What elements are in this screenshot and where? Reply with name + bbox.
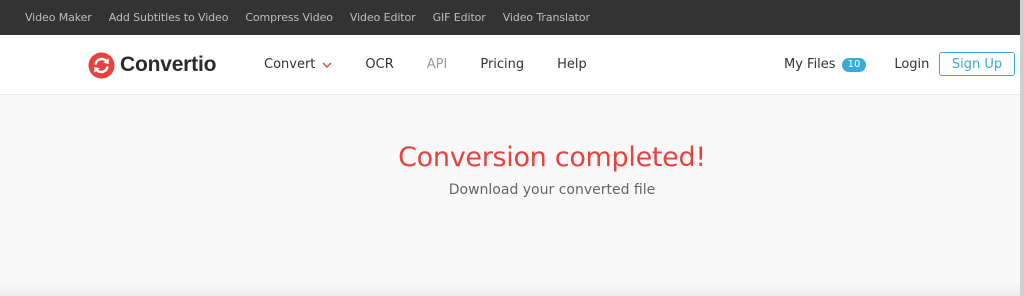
- convertio-logo-icon: [88, 51, 115, 79]
- nav-ocr[interactable]: OCR: [365, 57, 393, 72]
- files-count-badge: 10: [841, 57, 867, 72]
- sign-up-button[interactable]: Sign Up: [939, 52, 1015, 76]
- main-nav: Convert OCR API Pricing Help: [264, 35, 620, 94]
- window-edge: [1020, 0, 1024, 296]
- topbar-link-video-translator[interactable]: Video Translator: [503, 11, 590, 24]
- topbar-link-compress-video[interactable]: Compress Video: [245, 11, 333, 24]
- top-tools-bar: Video Maker Add Subtitles to Video Compr…: [0, 0, 1020, 35]
- my-files-label: My Files: [784, 57, 836, 72]
- nav-help[interactable]: Help: [557, 57, 587, 72]
- page-title: Conversion completed!: [398, 142, 706, 173]
- brand-name: Convertio: [120, 53, 217, 76]
- bottom-shadow: [0, 282, 1020, 296]
- nav-pricing[interactable]: Pricing: [480, 57, 524, 72]
- main-content: Conversion completed! Download your conv…: [0, 95, 1020, 296]
- page: Video Maker Add Subtitles to Video Compr…: [0, 0, 1024, 296]
- topbar-link-add-subtitles[interactable]: Add Subtitles to Video: [109, 11, 229, 24]
- topbar-link-gif-editor[interactable]: GIF Editor: [433, 11, 486, 24]
- nav-api[interactable]: API: [427, 57, 448, 72]
- topbar-link-video-maker[interactable]: Video Maker: [25, 11, 92, 24]
- nav-convert[interactable]: Convert: [264, 57, 332, 72]
- account-nav: My Files 10 Login: [784, 35, 929, 94]
- login-link[interactable]: Login: [894, 57, 929, 72]
- nav-convert-label: Convert: [264, 57, 316, 72]
- site-header: Convertio Convert OCR API Pricing Help M…: [0, 35, 1020, 95]
- chevron-down-icon: [322, 62, 332, 68]
- topbar-link-video-editor[interactable]: Video Editor: [350, 11, 416, 24]
- page-subtitle: Download your converted file: [448, 182, 656, 198]
- brand-logo[interactable]: Convertio: [88, 51, 216, 79]
- my-files-link[interactable]: My Files 10: [784, 57, 867, 72]
